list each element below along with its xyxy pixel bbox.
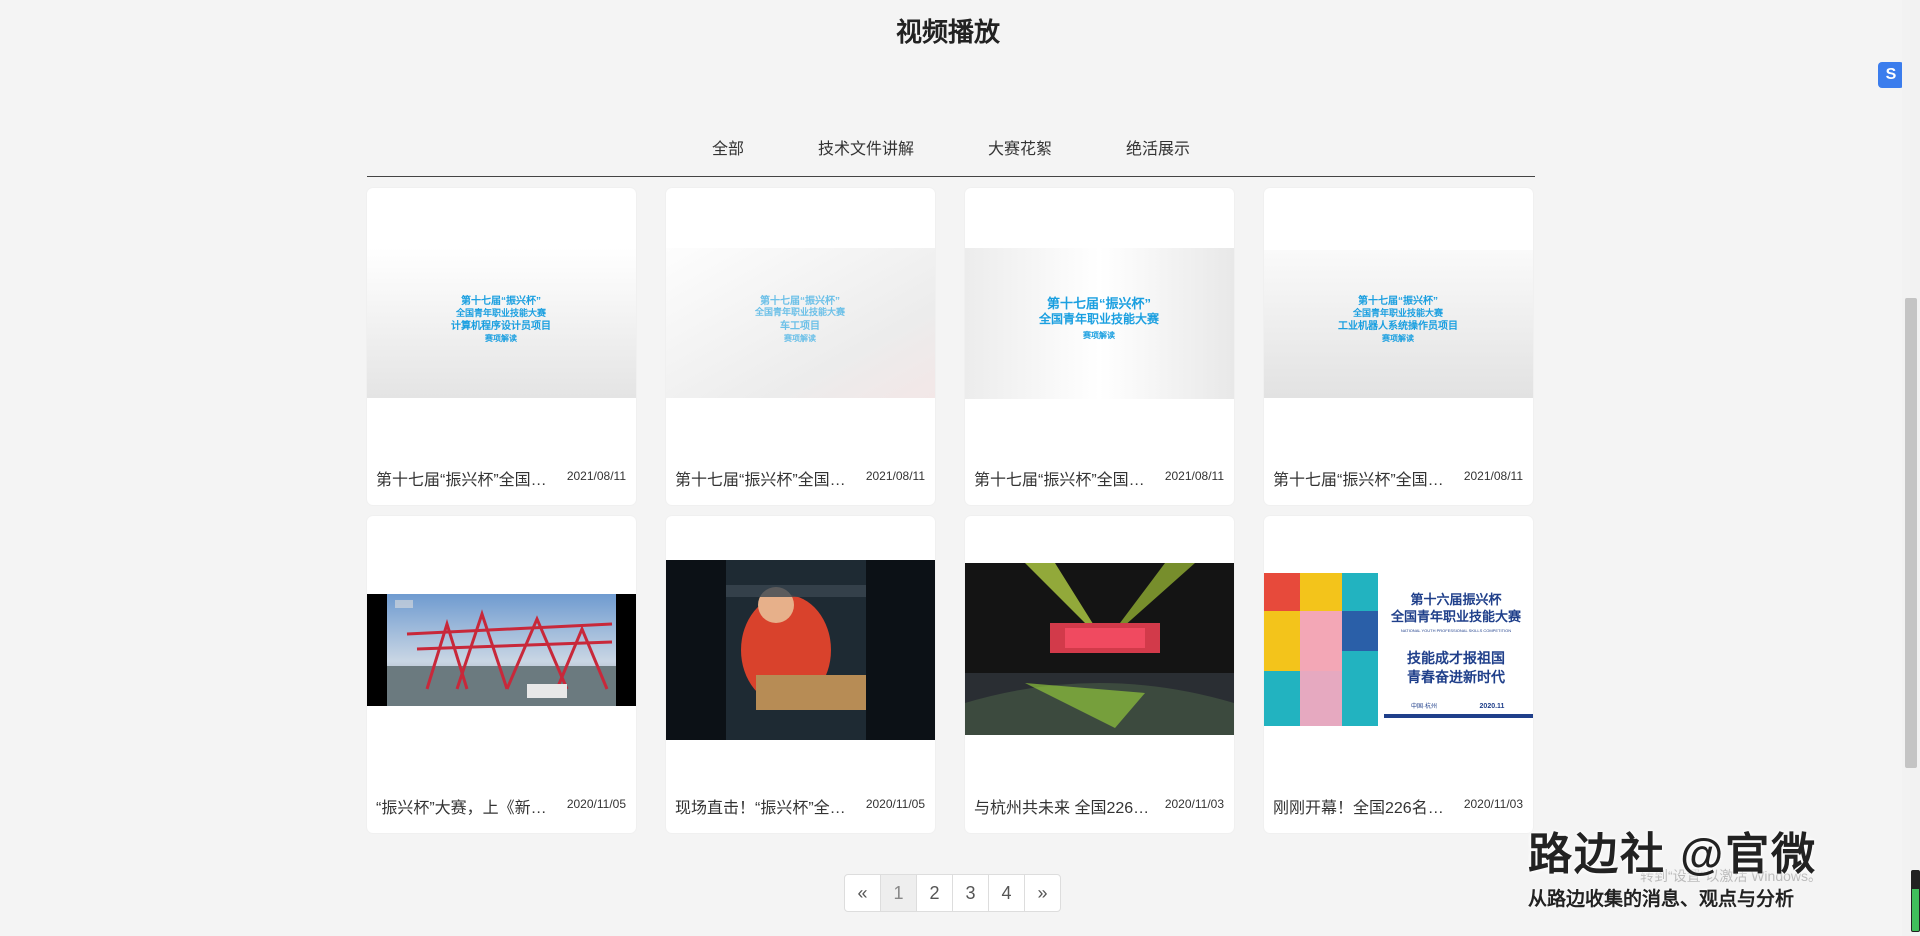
video-card[interactable]: 第十七届“振兴杯” 全国青年职业技能大赛 计算机程序设计员项目 赛项解读 第十七… [367,188,636,505]
thumb-text: 技能成才报祖国 [1407,650,1505,666]
video-card[interactable]: 与杭州共未来 全国226名选手 2020/11/03 [965,516,1234,833]
thumb-text: 第十七届“振兴杯” [461,294,541,307]
thumb-text: 2020.11 [1480,703,1505,710]
thumb-text: 车工项目 [780,319,820,332]
thumb-text: 中国·杭州 [1411,702,1437,710]
video-thumbnail[interactable]: 第十七届“振兴杯” 全国青年职业技能大赛 工业机器人系统操作员项目 赛项解读 [1264,250,1533,398]
thumb-text: 赛项解读 [1082,330,1115,340]
thumb-text: 赛项解读 [783,333,816,343]
video-thumbnail[interactable]: 第十七届“振兴杯” 全国青年职业技能大赛 赛项解读 [965,248,1234,399]
video-title[interactable]: 第十七届“振兴杯”全国青年职业技能大赛工业机器人系统操作员项目赛项解读 [1273,466,1453,490]
thumb-text: 计算机程序设计员项目 [451,319,551,332]
category-tabs: 全部 技术文件讲解 大赛花絮 绝活展示 [367,138,1535,177]
video-title[interactable]: 第十七届“振兴杯”全国青年职业技能大赛计算机程序设计员项目赛项解读 [376,466,556,490]
video-thumbnail[interactable]: 第十七届“振兴杯” 全国青年职业技能大赛 计算机程序设计员项目 赛项解读 [367,248,636,398]
watermark-main: 路边社 @官微 [1528,830,1818,879]
thumb-text: 第十七届“振兴杯” [1358,294,1438,307]
video-title[interactable]: “振兴杯”大赛，上《新闻联播》了 [376,794,556,818]
tab-tech-docs[interactable]: 技术文件讲解 [818,138,914,176]
next-page-button[interactable]: » [1024,875,1060,911]
video-card[interactable]: “振兴杯”大赛，上《新闻联播》了 2020/11/05 [367,516,636,833]
prev-page-button[interactable]: « [845,875,880,911]
video-date: 2020/11/03 [1164,797,1224,811]
video-thumbnail[interactable] [965,563,1234,735]
thumb-text: 第十六届振兴杯 [1410,592,1502,607]
thumb-text: 第十七届“振兴杯” [1047,296,1151,311]
video-title[interactable]: 第十七届“振兴杯”全国青年职业技能大赛赛项解读 [974,466,1154,490]
s-logo-icon[interactable]: S [1878,62,1904,88]
thumb-text: 全国青年职业技能大赛 [1390,609,1522,624]
pagination: « 1 2 3 4 » [844,874,1061,912]
thumb-text: 全国青年职业技能大赛 [1038,311,1160,326]
battery-indicator [1911,870,1920,932]
video-card[interactable]: 第十六届振兴杯 全国青年职业技能大赛 NATIONAL YOUTH PROFES… [1264,516,1533,833]
page-4-button[interactable]: 4 [988,875,1024,911]
video-card[interactable]: 第十七届“振兴杯” 全国青年职业技能大赛 车工项目 赛项解读 第十七届“振兴杯”… [666,188,935,505]
video-date: 2021/08/11 [1164,469,1224,483]
video-card[interactable]: 第十七届“振兴杯” 全国青年职业技能大赛 赛项解读 第十七届“振兴杯”全国青年职… [965,188,1234,505]
video-title[interactable]: 第十七届“振兴杯”全国青年职业技能大赛车工项目赛项解读 [675,466,855,490]
video-title[interactable]: 现场直击！“振兴杯”全国青年职业技能大赛 [675,794,855,818]
video-date: 2021/08/11 [865,469,925,483]
thumb-text: 赛项解读 [484,333,517,343]
video-date: 2021/08/11 [566,469,626,483]
thumb-text: 第十七届“振兴杯” [760,294,840,307]
scrollbar-thumb[interactable] [1905,298,1917,768]
thumb-text: NATIONAL YOUTH PROFESSIONAL SKILLS COMPE… [1401,628,1511,633]
thumb-text: 全国青年职业技能大赛 [1352,307,1444,318]
video-thumbnail[interactable] [666,560,935,740]
thumb-text: 青春奋进新时代 [1407,669,1505,685]
watermark: 路边社 @官微 从路边收集的消息、观点与分析 [1528,818,1817,911]
page-1-button[interactable]: 1 [880,875,916,911]
video-grid: 第十七届“振兴杯” 全国青年职业技能大赛 计算机程序设计员项目 赛项解读 第十七… [367,188,1535,833]
video-date: 2020/11/03 [1463,797,1523,811]
thumb-text: 全国青年职业技能大赛 [455,307,547,318]
tab-skills-show[interactable]: 绝活展示 [1126,138,1190,176]
video-thumbnail[interactable] [367,594,636,706]
page-3-button[interactable]: 3 [952,875,988,911]
tab-all[interactable]: 全部 [712,138,744,176]
thumb-text: 赛项解读 [1381,333,1414,343]
page-title: 视频播放 [895,17,1000,47]
thumb-text: 工业机器人系统操作员项目 [1338,319,1458,332]
page-2-button[interactable]: 2 [916,875,952,911]
video-card[interactable]: 第十七届“振兴杯” 全国青年职业技能大赛 工业机器人系统操作员项目 赛项解读 第… [1264,188,1533,505]
tab-highlights[interactable]: 大赛花絮 [988,138,1052,176]
thumb-text: 全国青年职业技能大赛 [754,306,846,317]
watermark-sub: 从路边收集的消息、观点与分析 [1528,889,1795,910]
video-date: 2020/11/05 [865,797,925,811]
video-title[interactable]: 刚刚开幕！全国226名选手 [1273,794,1453,818]
video-card[interactable]: 现场直击！“振兴杯”全国青年职业技能大赛 2020/11/05 [666,516,935,833]
video-date: 2020/11/05 [566,797,626,811]
video-title[interactable]: 与杭州共未来 全国226名选手 [974,794,1154,818]
video-thumbnail[interactable]: 第十六届振兴杯 全国青年职业技能大赛 NATIONAL YOUTH PROFES… [1264,573,1533,726]
video-thumbnail[interactable]: 第十七届“振兴杯” 全国青年职业技能大赛 车工项目 赛项解读 [666,248,935,398]
video-date: 2021/08/11 [1463,469,1523,483]
